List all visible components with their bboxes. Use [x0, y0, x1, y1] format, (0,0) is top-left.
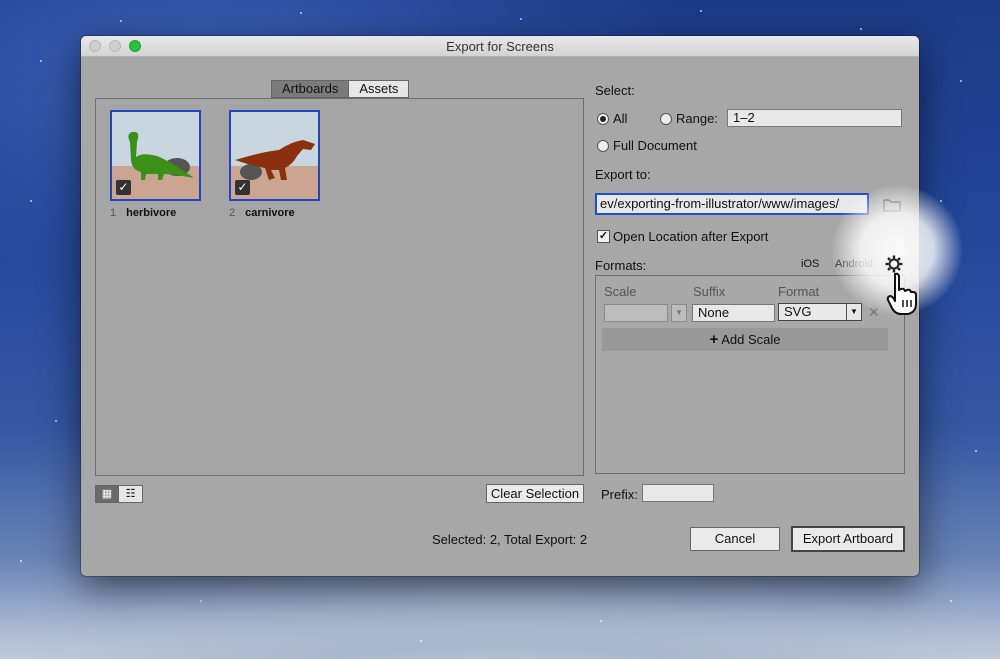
format-select[interactable]: SVG ▼ — [778, 303, 862, 321]
folder-icon[interactable] — [883, 198, 901, 212]
artboard-number: 1 — [110, 207, 117, 219]
range-input[interactable]: 1–2 — [727, 109, 902, 127]
list-view-icon[interactable]: ☷ — [119, 485, 143, 503]
scale-select[interactable] — [604, 304, 668, 322]
suffix-column-header: Suffix — [693, 284, 726, 299]
open-location-checkbox[interactable]: ✓ — [597, 230, 610, 243]
ios-preset-button[interactable]: iOS — [801, 258, 819, 270]
artboards-panel: ✓ 1 herbivore ✓ 2 carnivore — [95, 98, 584, 476]
open-location-label[interactable]: Open Location after Export — [613, 229, 768, 244]
view-tabs: Artboards Assets — [271, 80, 410, 98]
checkmark-icon[interactable]: ✓ — [116, 180, 131, 195]
tab-artboards[interactable]: Artboards — [271, 80, 350, 98]
export-path-input[interactable]: ev/exporting-from-illustrator/www/images… — [595, 193, 869, 215]
export-to-label: Export to: — [595, 167, 651, 182]
artboard-item-herbivore[interactable]: ✓ 1 herbivore — [110, 110, 201, 219]
artboard-name: carnivore — [245, 207, 295, 219]
artboard-thumbnail[interactable]: ✓ — [229, 110, 320, 201]
select-all-radio[interactable] — [597, 113, 609, 125]
plus-icon: + — [709, 331, 719, 348]
status-text: Selected: 2, Total Export: 2 — [432, 532, 588, 547]
select-range-label[interactable]: Range: — [676, 111, 718, 126]
title-bar: Export for Screens — [81, 36, 919, 57]
scale-column-header: Scale — [604, 284, 637, 299]
artboard-thumbnail[interactable]: ✓ — [110, 110, 201, 201]
full-document-radio[interactable] — [597, 140, 609, 152]
artboard-number: 2 — [229, 207, 236, 219]
chevron-down-icon: ▼ — [846, 304, 861, 320]
add-scale-button[interactable]: + Add Scale — [602, 328, 888, 351]
format-value: SVG — [784, 304, 812, 319]
view-mode-toggle: ▦ ☷ — [95, 485, 143, 503]
formats-table: Scale Suffix Format ▼ None SVG ▼ ✕ + Add… — [595, 275, 905, 474]
grid-view-icon[interactable]: ▦ — [95, 485, 119, 503]
select-range-radio[interactable] — [660, 113, 672, 125]
window-title: Export for Screens — [446, 39, 554, 54]
chevron-down-icon[interactable]: ▼ — [671, 304, 687, 322]
checkmark-icon[interactable]: ✓ — [235, 180, 250, 195]
zoom-window-button[interactable] — [129, 40, 141, 52]
export-artboard-button[interactable]: Export Artboard — [791, 526, 905, 552]
hand-pointer-icon — [886, 272, 917, 315]
select-label: Select: — [595, 83, 635, 98]
artboard-name: herbivore — [126, 207, 177, 219]
formats-label: Formats: — [595, 258, 647, 273]
close-window-button[interactable] — [89, 40, 101, 52]
export-for-screens-dialog: Export for Screens Artboards Assets ✓ 1h… — [81, 36, 919, 576]
minimize-window-button[interactable] — [109, 40, 121, 52]
artboard-item-carnivore[interactable]: ✓ 2 carnivore — [229, 110, 320, 219]
clear-selection-button[interactable]: Clear Selection — [486, 484, 584, 503]
android-preset-button[interactable]: Android — [835, 258, 873, 270]
format-column-header: Format — [778, 284, 820, 299]
select-all-label[interactable]: All — [613, 111, 627, 126]
gear-icon[interactable] — [884, 254, 904, 274]
prefix-input[interactable] — [642, 484, 714, 502]
full-document-label[interactable]: Full Document — [613, 138, 697, 153]
remove-scale-icon[interactable]: ✕ — [868, 304, 880, 321]
tab-assets[interactable]: Assets — [349, 80, 410, 98]
cancel-button[interactable]: Cancel — [690, 527, 780, 551]
prefix-label: Prefix: — [601, 487, 638, 502]
suffix-input[interactable]: None — [692, 304, 775, 322]
